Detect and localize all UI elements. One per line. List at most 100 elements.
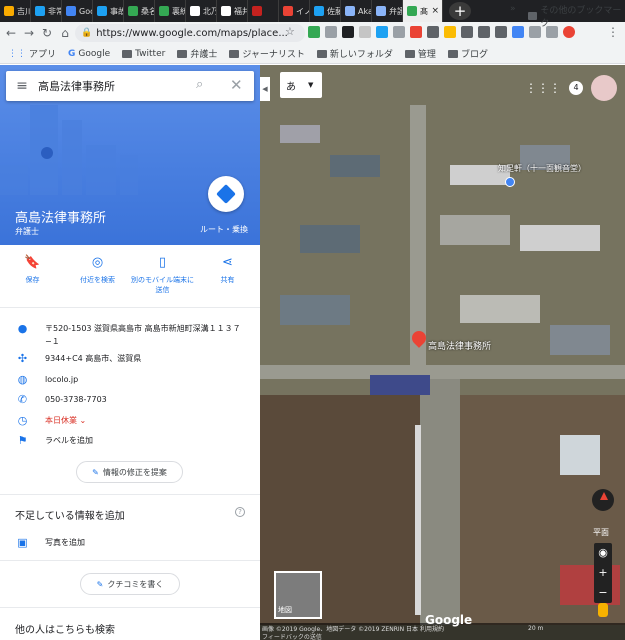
street-view-icon[interactable]: ◉	[594, 543, 612, 563]
address-row[interactable]: ● 〒520-1503 滋賀県高島市 高島市新旭町深溝１１３７−１	[0, 322, 260, 348]
browser-tab[interactable]: イノベ	[279, 0, 310, 22]
browser-tab[interactable]: 事故	[93, 0, 124, 22]
bookmark-item[interactable]: Twitter	[122, 49, 165, 59]
divider	[0, 607, 260, 608]
hours-row[interactable]: ◷ 本日休業 ⌄	[0, 414, 260, 427]
hours-status: 本日休業	[45, 416, 77, 425]
bookmarks-overflow-icon[interactable]: »	[510, 4, 516, 14]
notification-badge[interactable]: 4	[569, 81, 583, 95]
back-icon[interactable]: ←	[4, 26, 18, 40]
action-label: 保存	[25, 276, 40, 284]
poi-label[interactable]: 知足軒（十一面観音堂）	[498, 163, 586, 174]
clock-icon: ◷	[17, 414, 28, 427]
collapse-panel-icon[interactable]: ◀	[260, 77, 270, 101]
plus-code-row[interactable]: ✣ 9344+C4 高島市、滋賀県	[0, 352, 260, 365]
bookmark-star-icon[interactable]: ☆	[285, 25, 295, 38]
extension-icon[interactable]	[461, 26, 473, 38]
browser-tab[interactable]	[248, 0, 279, 22]
action-nearby[interactable]: ◎ 付近を検索	[65, 255, 130, 305]
extension-icon[interactable]	[512, 26, 524, 38]
add-label-text: ラベルを追加	[45, 436, 93, 445]
write-review-button[interactable]: ✎ クチコミを書く	[80, 573, 180, 595]
flat-view-toggle[interactable]: 平面	[593, 527, 609, 538]
add-photo-row[interactable]: ▣ 写真を追加	[0, 536, 260, 549]
poi-pin-icon[interactable]	[505, 177, 515, 187]
action-share[interactable]: ⋖ 共有	[195, 255, 260, 305]
close-icon[interactable]: ✕	[230, 76, 243, 94]
browser-tab[interactable]: Aka	[341, 0, 372, 22]
tab-label: Goo	[79, 6, 92, 16]
browser-tab[interactable]: Goo	[62, 0, 93, 22]
directions-button[interactable]	[208, 176, 244, 212]
pocket-icon[interactable]	[410, 26, 422, 38]
extension-icon[interactable]	[393, 26, 405, 38]
browser-tab[interactable]: 裏統	[155, 0, 186, 22]
folder-icon	[404, 49, 415, 58]
bookmark-item[interactable]: ブログ	[447, 47, 488, 60]
google-apps-icon[interactable]: ⋮⋮⋮	[525, 81, 561, 95]
language-select[interactable]: あ ▼	[280, 72, 322, 98]
bookmark-item[interactable]: 新しいフォルダ	[316, 47, 393, 60]
zoom-in-button[interactable]: +	[594, 563, 612, 583]
browser-tab[interactable]: 髙 ×	[403, 0, 443, 22]
feedback-link[interactable]: フィードバックの送信	[262, 632, 322, 640]
action-bookmark[interactable]: 🔖 保存	[0, 255, 65, 305]
edit-icon: ✎	[92, 467, 99, 477]
favicon-icon	[221, 6, 231, 16]
bookmark-label: 管理	[417, 50, 436, 60]
browser-tab[interactable]: 非常	[31, 0, 62, 22]
plus-code-icon: ✣	[17, 352, 28, 365]
evernote-icon[interactable]	[308, 26, 320, 38]
suggest-edit-button[interactable]: ✎ 情報の修正を提案	[76, 461, 183, 483]
home-icon[interactable]: ⌂	[58, 26, 72, 40]
bookmark-item[interactable]: G Google	[68, 49, 110, 59]
satellite-map[interactable]: ◀ あ ▼ ⋮⋮⋮ 4 知足軒（十一面観音堂） 高島法律事務所 平面 ◉ + −…	[260, 65, 625, 640]
bookmark-label: 弁護士	[190, 50, 218, 60]
reload-icon[interactable]: ↻	[40, 26, 54, 40]
send-to-phone-icon: ▯	[158, 255, 167, 270]
browser-tab[interactable]: 北乃	[186, 0, 217, 22]
marker-label[interactable]: 高島法律事務所	[428, 339, 491, 352]
bookmark-item[interactable]: 管理	[404, 47, 436, 60]
action-send-to-phone[interactable]: ▯ 別のモバイル端末に送信	[130, 255, 195, 305]
phone-row[interactable]: ✆ 050-3738-7703	[0, 393, 260, 406]
search-icon[interactable]: ⌕	[196, 77, 203, 92]
help-icon[interactable]: ?	[235, 507, 245, 517]
forward-icon[interactable]: →	[22, 26, 36, 40]
folder-icon	[122, 49, 133, 58]
add-label-row[interactable]: ⚑ ラベルを追加	[0, 434, 260, 447]
extension-icon[interactable]	[342, 26, 354, 38]
tab-label: 弁護	[389, 6, 402, 16]
extension-icon[interactable]	[376, 26, 388, 38]
browser-tab[interactable]: 吉川	[0, 0, 31, 22]
extension-icon[interactable]	[325, 26, 337, 38]
extension-icon[interactable]	[359, 26, 371, 38]
browser-tab[interactable]: 福井	[217, 0, 248, 22]
extension-icon[interactable]	[478, 26, 490, 38]
favicon-icon	[190, 6, 200, 16]
address-bar[interactable]: 🔒 https://www.google.com/maps/place...	[75, 24, 305, 42]
pegman-icon[interactable]	[598, 603, 608, 617]
extension-icon[interactable]	[444, 26, 456, 38]
zoom-out-button[interactable]: −	[594, 583, 612, 603]
menu-icon[interactable]: ≡	[6, 78, 38, 94]
website-row[interactable]: ◍ locolo.jp	[0, 373, 260, 386]
browser-tab[interactable]: 弁護	[372, 0, 403, 22]
folder-icon	[447, 49, 458, 58]
close-tab-icon[interactable]: ×	[431, 6, 442, 16]
extension-icon[interactable]	[427, 26, 439, 38]
browser-tab[interactable]: 桑名	[124, 0, 155, 22]
bookmark-item[interactable]: ジャーナリスト	[229, 47, 305, 60]
divider	[0, 494, 260, 495]
bookmark-item[interactable]: ⋮⋮ アプリ	[8, 47, 56, 61]
other-bookmarks[interactable]: その他のブックマーク	[528, 3, 625, 29]
avatar[interactable]	[591, 75, 617, 101]
extension-icon[interactable]	[495, 26, 507, 38]
directions-icon	[216, 184, 236, 204]
bookmark-item[interactable]: 弁護士	[177, 47, 217, 60]
place-category[interactable]: 弁護士	[15, 226, 39, 237]
search-input[interactable]	[38, 79, 188, 93]
new-tab-button[interactable]: +	[449, 2, 471, 20]
browser-tab[interactable]: 佐藤	[310, 0, 341, 22]
review-icon: ✎	[96, 579, 104, 589]
